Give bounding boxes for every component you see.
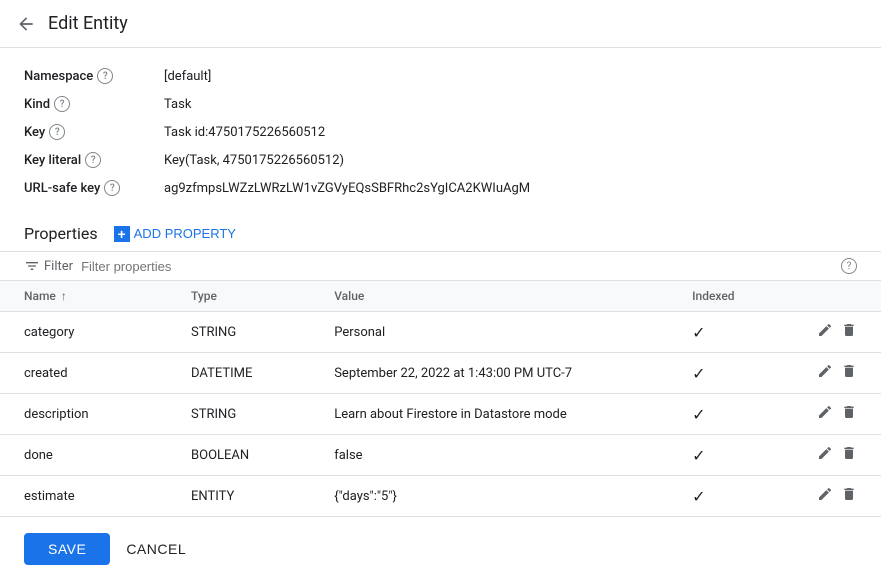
cell-name: category [0,312,167,353]
edit-icon[interactable] [817,445,833,465]
cell-indexed: ✓ [668,394,776,435]
table-row: description STRING Learn about Firestore… [0,394,881,435]
table-row: done BOOLEAN false ✓ [0,435,881,476]
page-header: Edit Entity [0,0,881,48]
add-icon: + [114,226,130,242]
key-label: Key ? [24,124,164,140]
filter-icon: Filter [24,258,73,274]
cell-name: description [0,394,167,435]
filter-bar: Filter ? [0,251,881,281]
key-literal-row: Key literal ? Key(Task, 4750175226560512… [24,148,857,176]
delete-icon[interactable] [841,322,857,342]
cell-value: false [310,435,668,476]
save-button[interactable]: SAVE [24,533,110,565]
cell-value: Personal [310,312,668,353]
key-row: Key ? Task id:4750175226560512 [24,120,857,148]
table-row: created DATETIME September 22, 2022 at 1… [0,353,881,394]
cell-type: STRING [167,394,310,435]
cell-indexed: ✓ [668,353,776,394]
cell-actions [776,353,881,394]
indexed-check-icon: ✓ [692,323,705,342]
cell-indexed: ✓ [668,435,776,476]
page-title: Edit Entity [48,13,128,34]
indexed-check-icon: ✓ [692,446,705,465]
url-safe-key-label: URL-safe key ? [24,180,164,196]
kind-help-icon[interactable]: ? [54,96,70,112]
col-type-header: Type [167,281,310,312]
entity-info-section: Namespace ? [default] Kind ? Task Key ? … [0,48,881,212]
indexed-check-icon: ✓ [692,487,705,506]
kind-row: Kind ? Task [24,92,857,120]
indexed-check-icon: ✓ [692,364,705,383]
edit-icon[interactable] [817,404,833,424]
cell-value: Learn about Firestore in Datastore mode [310,394,668,435]
edit-icon[interactable] [817,322,833,342]
kind-value: Task [164,97,191,112]
url-safe-key-help-icon[interactable]: ? [104,180,120,196]
properties-header: Properties + ADD PROPERTY [0,212,881,251]
namespace-help-icon[interactable]: ? [97,68,113,84]
delete-icon[interactable] [841,486,857,506]
key-literal-help-icon[interactable]: ? [85,152,101,168]
key-help-icon[interactable]: ? [49,124,65,140]
key-literal-value: Key(Task, 4750175226560512) [164,153,344,168]
namespace-label: Namespace ? [24,68,164,84]
sort-icon[interactable]: ↑ [61,289,67,303]
cell-name: done [0,435,167,476]
filter-help-icon[interactable]: ? [841,258,857,274]
col-indexed-header: Indexed [668,281,776,312]
table-row: estimate ENTITY {"days":"5"} ✓ [0,476,881,517]
url-safe-key-row: URL-safe key ? ag9zfmpsLWZzLWRzLW1vZGVyE… [24,176,857,204]
back-button[interactable] [16,14,36,34]
footer: SAVE CANCEL [0,517,881,581]
table-header: Name ↑ Type Value Indexed [0,281,881,312]
cell-indexed: ✓ [668,312,776,353]
filter-input[interactable] [81,259,833,274]
properties-title: Properties [24,224,98,243]
cell-type: STRING [167,312,310,353]
delete-icon[interactable] [841,363,857,383]
cell-value: September 22, 2022 at 1:43:00 PM UTC-7 [310,353,668,394]
properties-table: Name ↑ Type Value Indexed category STRIN… [0,281,881,517]
cell-indexed: ✓ [668,476,776,517]
add-property-button[interactable]: + ADD PROPERTY [114,226,236,242]
key-literal-label: Key literal ? [24,152,164,168]
cell-value: {"days":"5"} [310,476,668,517]
edit-icon[interactable] [817,363,833,383]
cell-actions [776,435,881,476]
key-value: Task id:4750175226560512 [164,125,325,140]
delete-icon[interactable] [841,404,857,424]
col-actions-header [776,281,881,312]
col-value-header: Value [310,281,668,312]
cell-actions [776,394,881,435]
cell-actions [776,312,881,353]
delete-icon[interactable] [841,445,857,465]
cell-actions [776,476,881,517]
table-row: category STRING Personal ✓ [0,312,881,353]
indexed-check-icon: ✓ [692,405,705,424]
cell-type: ENTITY [167,476,310,517]
kind-label: Kind ? [24,96,164,112]
cell-type: DATETIME [167,353,310,394]
cell-type: BOOLEAN [167,435,310,476]
namespace-row: Namespace ? [default] [24,64,857,92]
cancel-button[interactable]: CANCEL [126,541,186,557]
namespace-value: [default] [164,69,211,84]
cell-name: estimate [0,476,167,517]
edit-icon[interactable] [817,486,833,506]
url-safe-key-value: ag9zfmpsLWZzLWRzLW1vZGVyEQsSBFRhc2sYgICA… [164,181,530,196]
properties-tbody: category STRING Personal ✓ created DATET… [0,312,881,517]
cell-name: created [0,353,167,394]
col-name-header: Name ↑ [0,281,167,312]
